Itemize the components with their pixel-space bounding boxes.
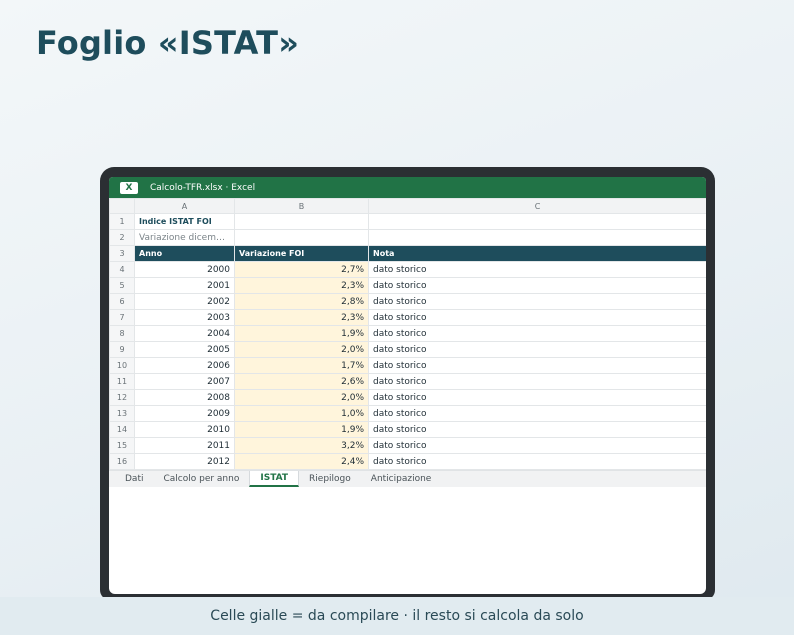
table-row: 12 2008 2,0% dato storico xyxy=(109,389,706,406)
sheet-tab-calcolo-per-anno[interactable]: Calcolo per anno xyxy=(153,471,249,487)
row-number[interactable]: 1 xyxy=(109,213,135,230)
year-cell[interactable]: 2003 xyxy=(134,309,235,326)
header-cell-variazione[interactable]: Variazione FOI xyxy=(234,245,369,262)
year-cell[interactable]: 2002 xyxy=(134,293,235,310)
year-cell[interactable]: 2011 xyxy=(134,437,235,454)
row-number[interactable]: 11 xyxy=(109,373,135,390)
row-number[interactable]: 9 xyxy=(109,341,135,358)
input-cell-variazione[interactable]: 2,0% xyxy=(234,341,369,358)
sheet-title-cell[interactable]: Indice ISTAT FOI xyxy=(134,213,235,230)
row-number[interactable]: 3 xyxy=(109,245,135,262)
note-cell[interactable]: dato storico xyxy=(368,293,706,310)
sheet-tab-riepilogo[interactable]: Riepilogo xyxy=(299,471,361,487)
year-cell[interactable]: 2006 xyxy=(134,357,235,374)
select-all-corner[interactable] xyxy=(109,198,135,214)
input-cell-variazione[interactable]: 2,6% xyxy=(234,373,369,390)
note-cell[interactable]: dato storico xyxy=(368,325,706,342)
year-cell[interactable]: 2001 xyxy=(134,277,235,294)
row-number[interactable]: 4 xyxy=(109,261,135,278)
input-cell-variazione[interactable]: 3,2% xyxy=(234,437,369,454)
table-row: 15 2011 3,2% dato storico xyxy=(109,437,706,454)
header-cell-anno[interactable]: Anno xyxy=(134,245,235,262)
input-cell-variazione[interactable]: 2,8% xyxy=(234,293,369,310)
spreadsheet-grid: A B C 1 Indice ISTAT FOI 2 Variazione di… xyxy=(109,198,706,470)
sheet-row: 1 Indice ISTAT FOI xyxy=(109,213,706,230)
table-row: 14 2010 1,9% dato storico xyxy=(109,421,706,438)
row-number[interactable]: 8 xyxy=(109,325,135,342)
input-cell-variazione[interactable]: 2,7% xyxy=(234,261,369,278)
table-row: 11 2007 2,6% dato storico xyxy=(109,373,706,390)
year-cell[interactable]: 2005 xyxy=(134,341,235,358)
sheet-row: 2 Variazione dicembre su dicembre xyxy=(109,229,706,246)
note-cell[interactable]: dato storico xyxy=(368,261,706,278)
empty-cell[interactable] xyxy=(234,213,369,230)
row-number[interactable]: 2 xyxy=(109,229,135,246)
laptop-frame: X Calcolo-TFR.xlsx · Excel A B C 1 Indic… xyxy=(100,167,715,600)
input-cell-variazione[interactable]: 2,3% xyxy=(234,309,369,326)
table-row: 4 2000 2,7% dato storico xyxy=(109,261,706,278)
column-header-b[interactable]: B xyxy=(234,198,369,214)
window-title: Calcolo-TFR.xlsx · Excel xyxy=(150,182,256,193)
row-number[interactable]: 15 xyxy=(109,437,135,454)
row-number[interactable]: 7 xyxy=(109,309,135,326)
column-header-c[interactable]: C xyxy=(368,198,706,214)
sheet-tab-dati[interactable]: Dati xyxy=(109,471,153,487)
empty-cell[interactable] xyxy=(234,229,369,246)
year-cell[interactable]: 2010 xyxy=(134,421,235,438)
note-cell[interactable]: dato storico xyxy=(368,341,706,358)
sheet-tab-istat[interactable]: ISTAT xyxy=(249,471,300,487)
row-number[interactable]: 6 xyxy=(109,293,135,310)
year-cell[interactable]: 2000 xyxy=(134,261,235,278)
year-cell[interactable]: 2008 xyxy=(134,389,235,406)
excel-window: X Calcolo-TFR.xlsx · Excel A B C 1 Indic… xyxy=(109,177,706,594)
note-cell[interactable]: dato storico xyxy=(368,389,706,406)
input-cell-variazione[interactable]: 2,3% xyxy=(234,277,369,294)
input-cell-variazione[interactable]: 1,9% xyxy=(234,325,369,342)
table-row: 8 2004 1,9% dato storico xyxy=(109,325,706,342)
note-cell[interactable]: dato storico xyxy=(368,405,706,422)
table-header-row: 3 Anno Variazione FOI Nota xyxy=(109,245,706,262)
year-cell[interactable]: 2012 xyxy=(134,453,235,470)
footer-caption: Celle gialle = da compilare · il resto s… xyxy=(0,597,794,635)
row-number[interactable]: 14 xyxy=(109,421,135,438)
row-number[interactable]: 13 xyxy=(109,405,135,422)
sheet-subtitle-cell[interactable]: Variazione dicembre su dicembre xyxy=(134,229,235,246)
sheet-tab-anticipazione[interactable]: Anticipazione xyxy=(361,471,442,487)
page-title: Foglio «ISTAT» xyxy=(36,24,300,62)
input-cell-variazione[interactable]: 1,0% xyxy=(234,405,369,422)
input-cell-variazione[interactable]: 2,0% xyxy=(234,389,369,406)
empty-cell[interactable] xyxy=(368,229,706,246)
title-bar: X Calcolo-TFR.xlsx · Excel xyxy=(109,177,706,198)
note-cell[interactable]: dato storico xyxy=(368,437,706,454)
year-cell[interactable]: 2007 xyxy=(134,373,235,390)
table-row: 9 2005 2,0% dato storico xyxy=(109,341,706,358)
year-cell[interactable]: 2009 xyxy=(134,405,235,422)
note-cell[interactable]: dato storico xyxy=(368,357,706,374)
table-row: 5 2001 2,3% dato storico xyxy=(109,277,706,294)
table-row: 10 2006 1,7% dato storico xyxy=(109,357,706,374)
note-cell[interactable]: dato storico xyxy=(368,277,706,294)
input-cell-variazione[interactable]: 1,7% xyxy=(234,357,369,374)
column-header-a[interactable]: A xyxy=(134,198,235,214)
table-row: 13 2009 1,0% dato storico xyxy=(109,405,706,422)
note-cell[interactable]: dato storico xyxy=(368,421,706,438)
note-cell[interactable]: dato storico xyxy=(368,453,706,470)
table-row: 16 2012 2,4% dato storico xyxy=(109,453,706,470)
empty-cell[interactable] xyxy=(368,213,706,230)
header-cell-nota[interactable]: Nota xyxy=(368,245,706,262)
year-cell[interactable]: 2004 xyxy=(134,325,235,342)
input-cell-variazione[interactable]: 2,4% xyxy=(234,453,369,470)
column-header-row: A B C xyxy=(109,198,706,214)
row-number[interactable]: 16 xyxy=(109,453,135,470)
sheet-tab-bar: Dati Calcolo per anno ISTAT Riepilogo Antici… xyxy=(109,470,706,487)
row-number[interactable]: 5 xyxy=(109,277,135,294)
table-row: 6 2002 2,8% dato storico xyxy=(109,293,706,310)
table-row: 7 2003 2,3% dato storico xyxy=(109,309,706,326)
row-number[interactable]: 12 xyxy=(109,389,135,406)
excel-icon: X xyxy=(120,181,138,194)
note-cell[interactable]: dato storico xyxy=(368,309,706,326)
row-number[interactable]: 10 xyxy=(109,357,135,374)
note-cell[interactable]: dato storico xyxy=(368,373,706,390)
input-cell-variazione[interactable]: 1,9% xyxy=(234,421,369,438)
